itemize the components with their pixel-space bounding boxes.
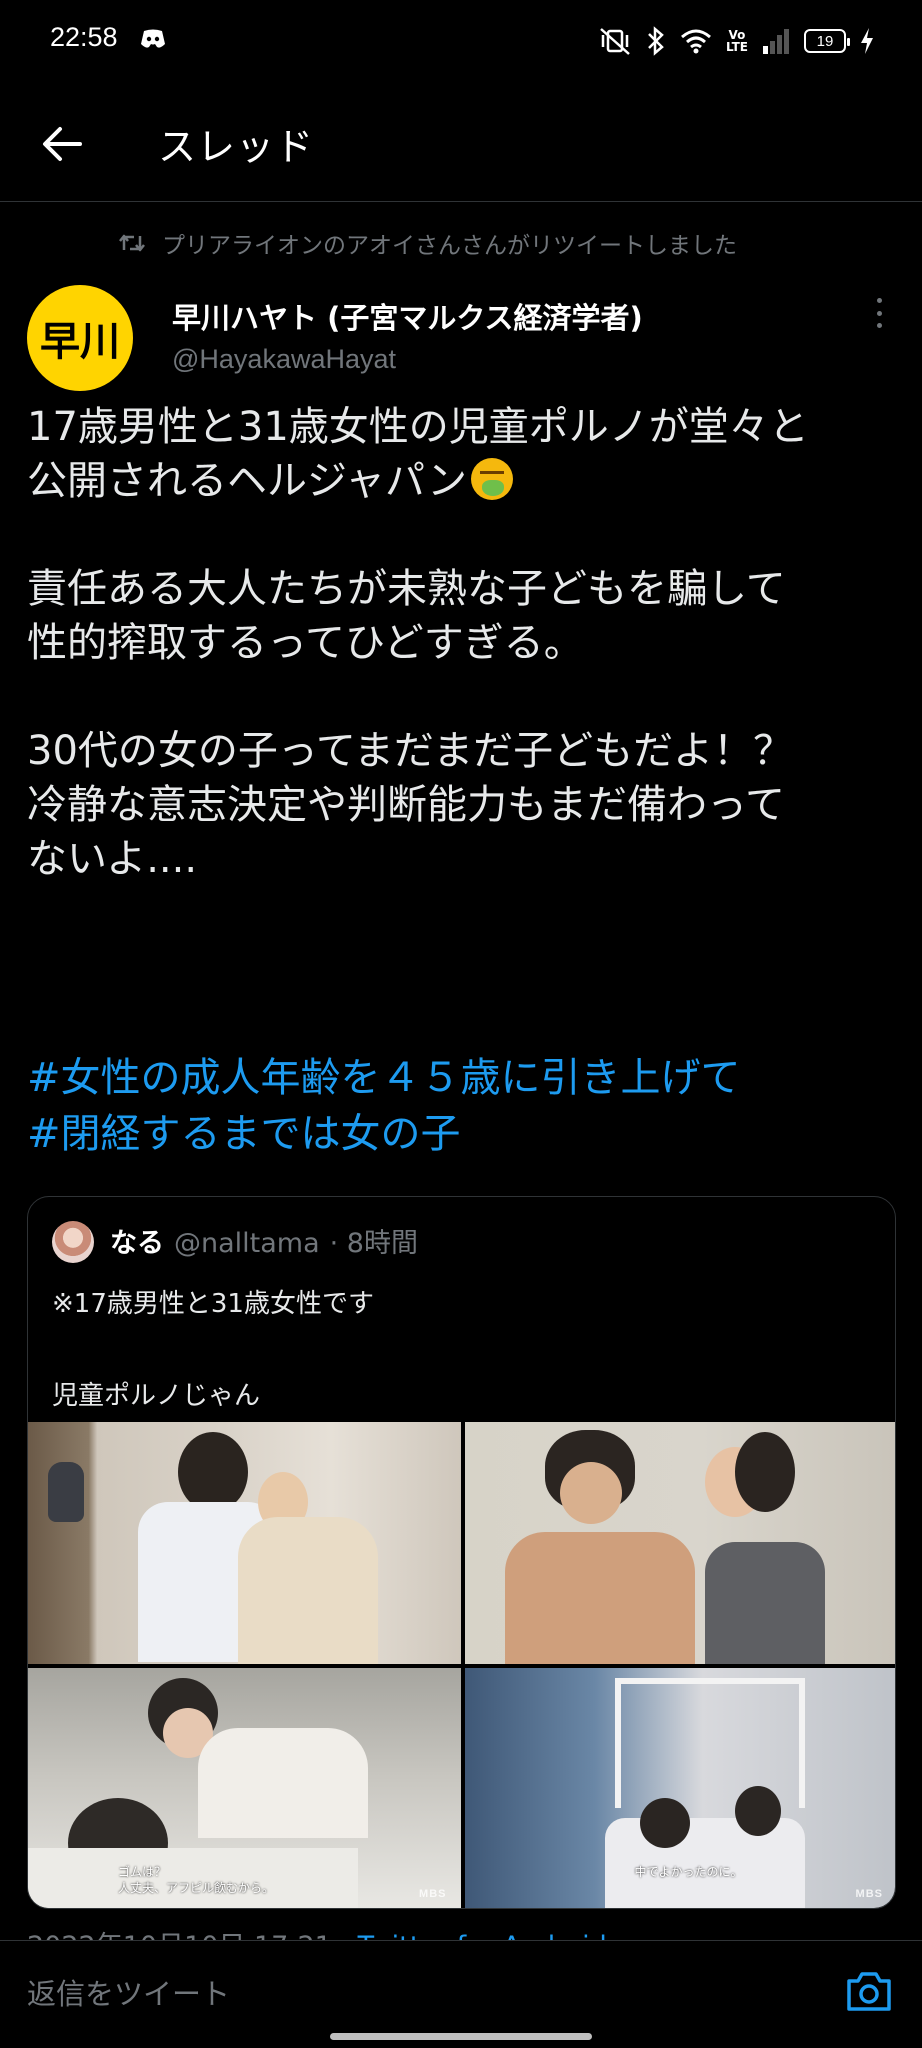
arrow-left-icon (43, 127, 82, 161)
more-options-button[interactable] (866, 296, 892, 330)
hashtag-link[interactable]: #閉経するまでは女の子 (27, 1106, 741, 1162)
quoted-avatar (52, 1221, 94, 1263)
hashtag-link[interactable]: #女性の成人年齢を４５歳に引き上げて (27, 1050, 741, 1106)
photo-watermark: MBS (855, 1888, 883, 1900)
retweet-notice[interactable]: プリアライオンのアオイさんさんがリツイートしました (118, 226, 737, 260)
media-photo-1[interactable] (28, 1422, 461, 1664)
more-dot (876, 323, 882, 328)
reply-input[interactable]: 返信をツイート (27, 1971, 230, 2013)
status-time: 22:58 (50, 22, 118, 52)
photo-watermark: MBS (419, 1888, 447, 1900)
vomiting-face-icon (471, 458, 513, 500)
media-photo-4[interactable]: 中でよかったのに。 MBS (464, 1668, 895, 1908)
quoted-handle: @nalltama (174, 1228, 320, 1259)
photo-subtitle: 中でよかったのに。 (634, 1865, 743, 1879)
author-avatar[interactable]: 早川 (27, 285, 133, 391)
quoted-time: · 8時間 (329, 1228, 418, 1259)
battery-icon: 19 (804, 29, 850, 53)
author-handle[interactable]: @HayakawaHayat (172, 344, 396, 375)
thread-header: スレッド (0, 90, 922, 202)
page-title: スレッド (158, 125, 315, 169)
hashtags: #女性の成人年齢を４５歳に引き上げて #閉経するまでは女の子 (27, 1050, 741, 1162)
back-button[interactable] (36, 118, 88, 170)
author-name[interactable]: 早川ハヤト (子宮マルクス経済学者) (172, 295, 643, 337)
quoted-name: なる (110, 1228, 164, 1259)
tweet-text: 17歳男性と31歳女性の児童ポルノが堂々と 公開されるヘルジャパン 責任ある大人… (27, 400, 897, 886)
tweet-paragraph: 17歳男性と31歳女性の児童ポルノが堂々と 公開されるヘルジャパン (27, 404, 809, 504)
status-bar: 22:58 Vo LTE 19 (0, 0, 922, 84)
quoted-text: ※17歳男性と31歳女性です 児童ポルノじゃん (52, 1289, 374, 1411)
bluetooth-icon (648, 26, 664, 56)
volte-indicator: Vo LTE (725, 28, 748, 54)
more-dot (876, 298, 882, 303)
quoted-tweet[interactable]: なる @nalltama · 8時間 ※17歳男性と31歳女性です 児童ポルノじ… (27, 1196, 896, 1909)
home-indicator[interactable] (330, 2033, 592, 2040)
wifi-icon (680, 29, 711, 54)
media-photo-2[interactable] (464, 1422, 895, 1664)
mute-vibrate-icon (600, 28, 630, 55)
more-dot (876, 310, 882, 316)
reply-bar: 返信をツイート (0, 1940, 922, 2048)
signal-icon (763, 29, 789, 54)
media-grid: ゴムは？ 人丈夫、アフピル飲むから。 MBS 中でよかったのに。 MBS (28, 1422, 895, 1908)
retweet-icon (119, 234, 145, 252)
discord-icon (141, 29, 165, 48)
charging-icon (861, 28, 873, 54)
tweet-paragraph: 30代の女の子ってまだまだ子どもだよ！？ 冷静な意志決定や判断能力もまだ備わって… (27, 728, 794, 882)
camera-icon[interactable] (844, 1969, 894, 2013)
tweet-paragraph: 責任ある大人たちが未熟な子どもを騙して 性的搾取するってひどすぎる。 (27, 566, 786, 666)
media-photo-3[interactable]: ゴムは？ 人丈夫、アフピル飲むから。 MBS (28, 1668, 461, 1908)
quoted-header: なる @nalltama · 8時間 (110, 1221, 418, 1260)
photo-subtitle: ゴムは？ 人丈夫、アフピル飲むから。 (118, 1865, 275, 1895)
retweet-notice-text: プリアライオンのアオイさんさんがリツイートしました (162, 233, 737, 259)
